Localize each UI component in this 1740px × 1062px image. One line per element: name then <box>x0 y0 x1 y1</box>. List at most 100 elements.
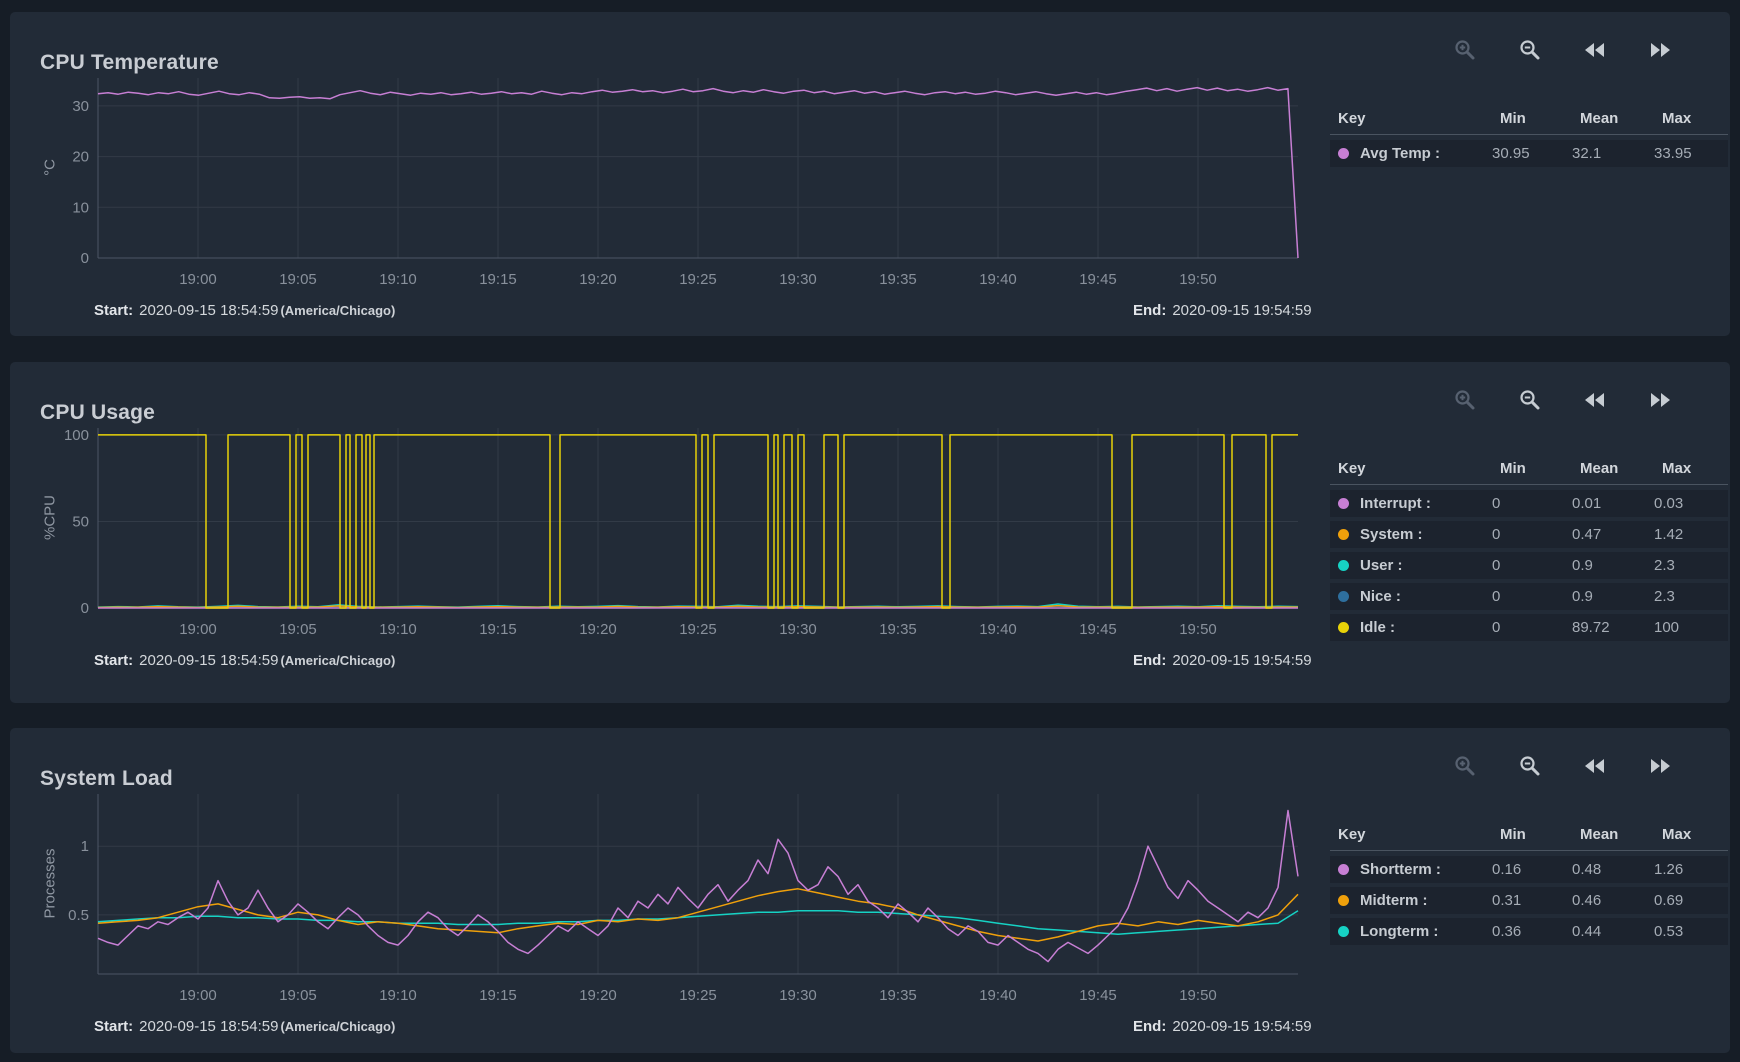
svg-text:0: 0 <box>81 600 89 617</box>
legend-header-min: Min <box>1500 826 1580 843</box>
legend-key-cell: Longterm : <box>1338 923 1492 940</box>
svg-text:19:20: 19:20 <box>579 987 617 1004</box>
series-max: 0.53 <box>1654 923 1728 940</box>
legend-header-key: Key <box>1338 826 1500 843</box>
svg-text:19:10: 19:10 <box>379 271 417 288</box>
start-value: 2020-09-15 18:54:59 <box>139 1018 278 1035</box>
series-min: 0 <box>1492 557 1572 574</box>
zoom-out-icon <box>1518 754 1542 781</box>
cpu-usage-chart[interactable]: 19:0019:0519:1019:1519:2019:2519:3019:35… <box>48 420 1308 638</box>
legend-key-cell: Interrupt : <box>1338 495 1492 512</box>
start-label: Start: <box>94 652 133 669</box>
system-load-chart[interactable]: 19:0019:0519:1019:1519:2019:2519:3019:35… <box>48 786 1308 1004</box>
rewind-icon <box>1583 391 1607 412</box>
legend-row: Interrupt : 0 0.01 0.03 <box>1330 490 1728 517</box>
start-value: 2020-09-15 18:54:59 <box>139 302 278 319</box>
end-label: End: <box>1133 1018 1166 1035</box>
end-value: 2020-09-15 19:54:59 <box>1172 1018 1311 1035</box>
legend-header-key: Key <box>1338 460 1500 477</box>
svg-text:19:15: 19:15 <box>479 621 517 638</box>
svg-text:19:25: 19:25 <box>679 271 717 288</box>
series-min: 0 <box>1492 526 1572 543</box>
series-color-dot <box>1338 529 1349 540</box>
panel-cpu-temperature: CPU Temperature °C 19:0019:0519:1019:151… <box>10 12 1730 336</box>
svg-text:19:00: 19:00 <box>179 621 217 638</box>
zoom-in-button[interactable] <box>1450 754 1480 780</box>
zoom-in-button[interactable] <box>1450 38 1480 64</box>
end-label: End: <box>1133 302 1166 319</box>
svg-text:19:30: 19:30 <box>779 271 817 288</box>
start-time: Start:2020-09-15 18:54:59(America/Chicag… <box>94 652 395 669</box>
zoom-out-button[interactable] <box>1515 38 1545 64</box>
svg-text:19:35: 19:35 <box>879 271 917 288</box>
legend-row: Nice : 0 0.9 2.3 <box>1330 583 1728 610</box>
legend-header: Key Min Mean Max <box>1330 826 1728 851</box>
series-max: 1.26 <box>1654 861 1728 878</box>
legend-key-cell: Shortterm : <box>1338 861 1492 878</box>
rewind-button[interactable] <box>1580 388 1610 414</box>
start-time: Start:2020-09-15 18:54:59(America/Chicag… <box>94 302 395 319</box>
series-color-dot <box>1338 895 1349 906</box>
svg-text:19:30: 19:30 <box>779 621 817 638</box>
svg-text:19:20: 19:20 <box>579 271 617 288</box>
svg-text:19:00: 19:00 <box>179 987 217 1004</box>
series-min: 0 <box>1492 495 1572 512</box>
zoom-out-button[interactable] <box>1515 388 1545 414</box>
fast-forward-button[interactable] <box>1645 38 1675 64</box>
rewind-button[interactable] <box>1580 38 1610 64</box>
series-min: 0.16 <box>1492 861 1572 878</box>
series-color-dot <box>1338 591 1349 602</box>
fast-forward-button[interactable] <box>1645 754 1675 780</box>
end-time: End: 2020-09-15 19:54:59 <box>1133 1018 1312 1035</box>
series-label: System : <box>1360 526 1423 543</box>
series-mean: 0.01 <box>1572 495 1654 512</box>
toolbar <box>1450 388 1710 414</box>
svg-text:19:35: 19:35 <box>879 987 917 1004</box>
series-color-dot <box>1338 864 1349 875</box>
end-time: End: 2020-09-15 19:54:59 <box>1133 652 1312 669</box>
legend-row: Shortterm : 0.16 0.48 1.26 <box>1330 856 1728 883</box>
legend-row: Avg Temp : 30.95 32.1 33.95 <box>1330 140 1728 167</box>
end-label: End: <box>1133 652 1166 669</box>
svg-text:19:15: 19:15 <box>479 271 517 288</box>
legend-table: Key Min Mean Max Avg Temp : 30.95 32.1 3… <box>1330 110 1728 171</box>
svg-text:19:05: 19:05 <box>279 271 317 288</box>
series-label: Shortterm : <box>1360 861 1441 878</box>
svg-text:19:10: 19:10 <box>379 621 417 638</box>
zoom-in-button[interactable] <box>1450 388 1480 414</box>
zoom-out-button[interactable] <box>1515 754 1545 780</box>
series-color-dot <box>1338 926 1349 937</box>
svg-text:100: 100 <box>64 427 89 444</box>
series-max: 0.03 <box>1654 495 1728 512</box>
svg-text:19:45: 19:45 <box>1079 621 1117 638</box>
legend-header: Key Min Mean Max <box>1330 460 1728 485</box>
end-value: 2020-09-15 19:54:59 <box>1172 652 1311 669</box>
svg-text:19:50: 19:50 <box>1179 271 1217 288</box>
legend-header-max: Max <box>1662 460 1736 477</box>
start-timezone: (America/Chicago) <box>280 1019 395 1034</box>
fast-forward-icon <box>1648 757 1672 778</box>
series-mean: 32.1 <box>1572 145 1654 162</box>
svg-text:19:50: 19:50 <box>1179 987 1217 1004</box>
svg-text:1: 1 <box>81 838 89 855</box>
legend-header-mean: Mean <box>1580 826 1662 843</box>
svg-text:50: 50 <box>72 513 89 530</box>
rewind-icon <box>1583 41 1607 62</box>
svg-text:19:15: 19:15 <box>479 987 517 1004</box>
series-mean: 0.48 <box>1572 861 1654 878</box>
legend-header-mean: Mean <box>1580 460 1662 477</box>
series-mean: 89.72 <box>1572 619 1654 636</box>
cpu-temperature-chart[interactable]: 19:0019:0519:1019:1519:2019:2519:3019:35… <box>48 70 1308 288</box>
series-min: 0.31 <box>1492 892 1572 909</box>
zoom-in-icon <box>1453 38 1477 65</box>
fast-forward-button[interactable] <box>1645 388 1675 414</box>
series-max: 2.3 <box>1654 557 1728 574</box>
svg-text:0.5: 0.5 <box>68 907 89 924</box>
svg-text:10: 10 <box>72 199 89 216</box>
svg-text:19:50: 19:50 <box>1179 621 1217 638</box>
start-timezone: (America/Chicago) <box>280 653 395 668</box>
legend-row: Longterm : 0.36 0.44 0.53 <box>1330 918 1728 945</box>
svg-text:19:45: 19:45 <box>1079 987 1117 1004</box>
fast-forward-icon <box>1648 41 1672 62</box>
rewind-button[interactable] <box>1580 754 1610 780</box>
